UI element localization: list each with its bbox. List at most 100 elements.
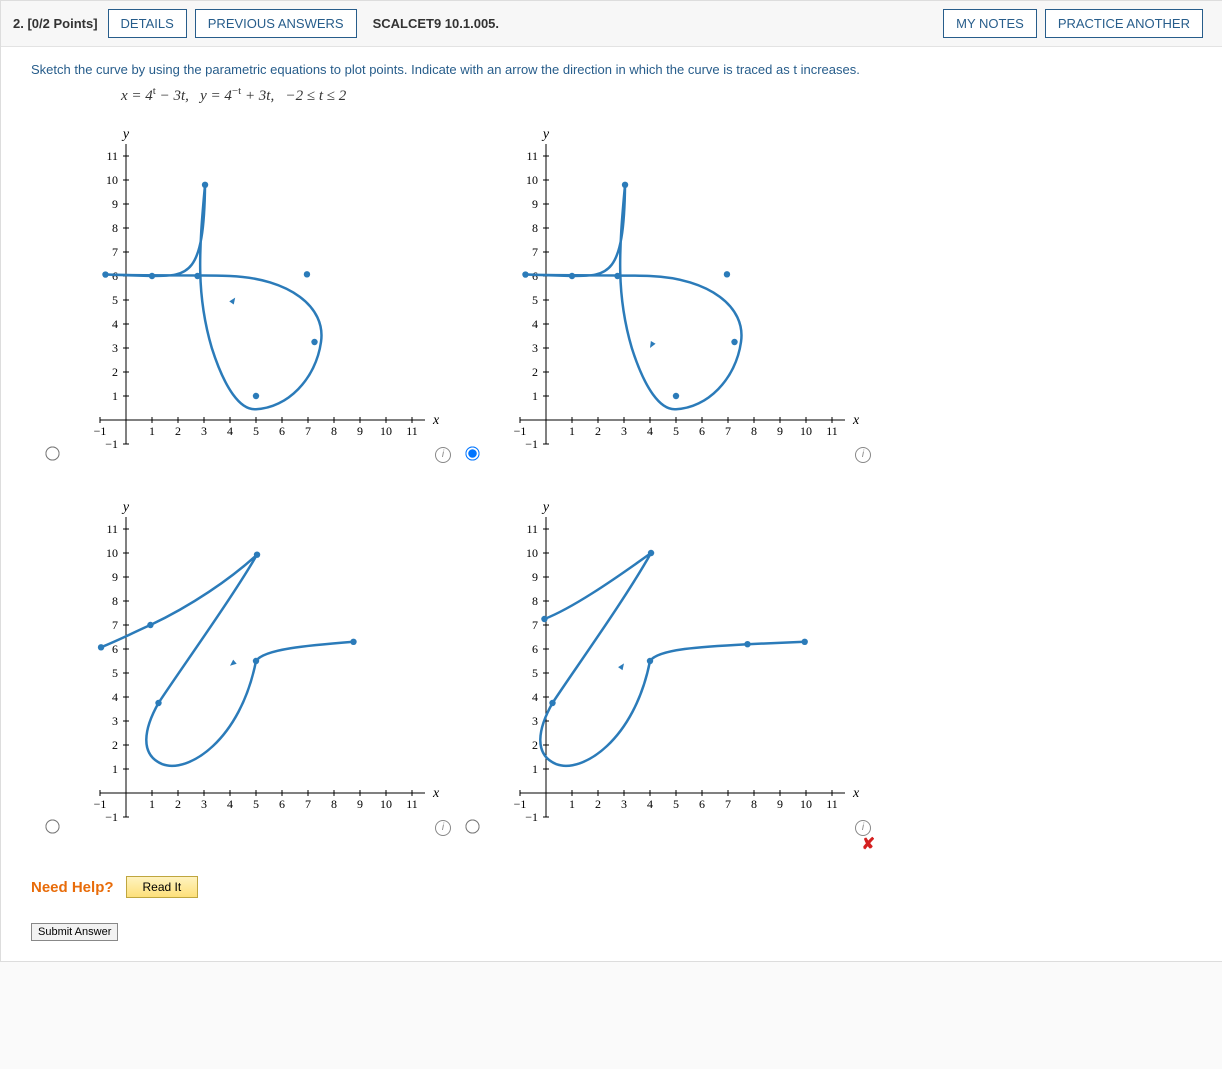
svg-text:6: 6 bbox=[279, 424, 285, 438]
svg-text:7: 7 bbox=[725, 797, 731, 811]
svg-text:9: 9 bbox=[112, 570, 118, 584]
option-d-radio[interactable] bbox=[465, 819, 479, 833]
source-label: SCALCET9 10.1.005. bbox=[373, 16, 499, 31]
svg-text:4: 4 bbox=[532, 317, 538, 331]
svg-text:1: 1 bbox=[569, 424, 575, 438]
svg-text:8: 8 bbox=[751, 424, 757, 438]
svg-text:11: 11 bbox=[826, 797, 838, 811]
svg-text:y: y bbox=[541, 127, 550, 142]
read-it-button[interactable]: Read It bbox=[126, 876, 199, 898]
svg-text:5: 5 bbox=[253, 797, 259, 811]
svg-text:3: 3 bbox=[201, 797, 207, 811]
svg-text:6: 6 bbox=[699, 797, 705, 811]
svg-text:3: 3 bbox=[201, 424, 207, 438]
svg-text:9: 9 bbox=[777, 797, 783, 811]
svg-text:8: 8 bbox=[532, 221, 538, 235]
previous-answers-button[interactable]: PREVIOUS ANSWERS bbox=[195, 9, 357, 38]
svg-text:3: 3 bbox=[621, 797, 627, 811]
answer-options-grid: −11234567891011−11234567891011xy i −1123… bbox=[31, 120, 1193, 836]
svg-text:7: 7 bbox=[305, 797, 311, 811]
svg-text:4: 4 bbox=[647, 424, 653, 438]
svg-text:8: 8 bbox=[331, 424, 337, 438]
details-button[interactable]: DETAILS bbox=[108, 9, 187, 38]
svg-text:1: 1 bbox=[569, 797, 575, 811]
svg-text:2: 2 bbox=[175, 424, 181, 438]
info-icon[interactable]: i bbox=[855, 447, 871, 463]
svg-text:11: 11 bbox=[526, 149, 538, 163]
option-c-chart[interactable]: −11234567891011−11234567891011xy i bbox=[71, 493, 451, 836]
svg-text:6: 6 bbox=[699, 424, 705, 438]
svg-text:2: 2 bbox=[595, 424, 601, 438]
svg-text:−1: −1 bbox=[514, 424, 527, 438]
submit-answer-button[interactable]: Submit Answer bbox=[31, 923, 118, 941]
svg-text:2: 2 bbox=[595, 797, 601, 811]
svg-text:9: 9 bbox=[357, 424, 363, 438]
svg-text:1: 1 bbox=[112, 389, 118, 403]
option-c-radio[interactable] bbox=[45, 819, 59, 833]
need-help-label: Need Help? bbox=[31, 879, 114, 896]
svg-text:2: 2 bbox=[112, 738, 118, 752]
my-notes-button[interactable]: MY NOTES bbox=[943, 9, 1037, 38]
svg-text:y: y bbox=[121, 127, 130, 142]
svg-text:11: 11 bbox=[106, 149, 118, 163]
svg-text:7: 7 bbox=[532, 245, 538, 259]
svg-text:9: 9 bbox=[777, 424, 783, 438]
svg-text:5: 5 bbox=[253, 424, 259, 438]
svg-text:5: 5 bbox=[532, 293, 538, 307]
svg-text:8: 8 bbox=[751, 797, 757, 811]
svg-text:11: 11 bbox=[406, 424, 418, 438]
svg-text:4: 4 bbox=[227, 424, 233, 438]
svg-text:1: 1 bbox=[532, 762, 538, 776]
option-a-radio[interactable] bbox=[45, 446, 59, 460]
option-b-radio[interactable] bbox=[465, 446, 479, 460]
svg-text:x: x bbox=[432, 413, 440, 428]
info-icon[interactable]: i bbox=[435, 447, 451, 463]
svg-text:−1: −1 bbox=[525, 810, 538, 824]
svg-text:2: 2 bbox=[532, 365, 538, 379]
option-b-chart[interactable]: −11234567891011−11234567891011xy i bbox=[491, 120, 871, 463]
svg-text:6: 6 bbox=[112, 642, 118, 656]
svg-text:1: 1 bbox=[149, 797, 155, 811]
svg-text:10: 10 bbox=[106, 546, 118, 560]
svg-text:3: 3 bbox=[532, 341, 538, 355]
svg-text:4: 4 bbox=[647, 797, 653, 811]
question-header: 2. [0/2 Points] DETAILS PREVIOUS ANSWERS… bbox=[1, 1, 1222, 47]
svg-text:7: 7 bbox=[725, 424, 731, 438]
practice-another-button[interactable]: PRACTICE ANOTHER bbox=[1045, 9, 1203, 38]
option-d-chart[interactable]: −11234567891011−11234567891011xy i ✘ bbox=[491, 493, 871, 836]
svg-text:5: 5 bbox=[673, 797, 679, 811]
svg-text:9: 9 bbox=[357, 797, 363, 811]
svg-text:2: 2 bbox=[175, 797, 181, 811]
svg-text:−1: −1 bbox=[514, 797, 527, 811]
info-icon[interactable]: i bbox=[435, 820, 451, 836]
question-number: 2. [0/2 Points] bbox=[13, 16, 98, 31]
svg-text:5: 5 bbox=[112, 293, 118, 307]
svg-text:9: 9 bbox=[112, 197, 118, 211]
svg-text:3: 3 bbox=[532, 714, 538, 728]
svg-text:−1: −1 bbox=[525, 437, 538, 451]
svg-text:4: 4 bbox=[112, 690, 118, 704]
svg-text:11: 11 bbox=[406, 797, 418, 811]
option-a-chart[interactable]: −11234567891011−11234567891011xy i bbox=[71, 120, 451, 463]
svg-text:9: 9 bbox=[532, 570, 538, 584]
svg-text:1: 1 bbox=[112, 762, 118, 776]
svg-text:10: 10 bbox=[526, 546, 538, 560]
svg-text:7: 7 bbox=[112, 245, 118, 259]
svg-text:10: 10 bbox=[526, 173, 538, 187]
svg-text:7: 7 bbox=[532, 618, 538, 632]
svg-text:1: 1 bbox=[149, 424, 155, 438]
svg-text:8: 8 bbox=[112, 221, 118, 235]
svg-text:6: 6 bbox=[279, 797, 285, 811]
svg-text:1: 1 bbox=[532, 389, 538, 403]
svg-text:3: 3 bbox=[621, 424, 627, 438]
svg-text:7: 7 bbox=[112, 618, 118, 632]
svg-text:8: 8 bbox=[331, 797, 337, 811]
svg-text:10: 10 bbox=[800, 797, 812, 811]
svg-text:−1: −1 bbox=[94, 424, 107, 438]
svg-text:5: 5 bbox=[673, 424, 679, 438]
svg-text:−1: −1 bbox=[105, 810, 118, 824]
need-help-row: Need Help? Read It bbox=[31, 876, 1193, 898]
svg-text:x: x bbox=[852, 786, 860, 801]
incorrect-icon: ✘ bbox=[862, 834, 875, 854]
prompt-text: Sketch the curve by using the parametric… bbox=[31, 62, 1193, 77]
